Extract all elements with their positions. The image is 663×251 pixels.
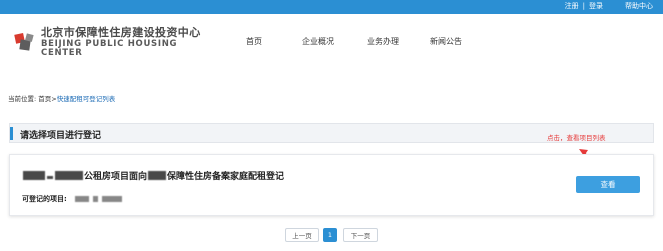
breadcrumb-home[interactable]: 首页 [38,95,51,103]
redacted-text [74,196,89,202]
section-accent-bar [10,127,13,140]
logo-icon [14,31,36,53]
nav-company-overview[interactable]: 企业概况 [302,36,334,47]
nav-news[interactable]: 新闻公告 [430,36,462,47]
login-link[interactable]: 登录 [587,1,605,11]
prev-page-button[interactable]: 上一页 [285,228,319,242]
project-card: 公租房项目面向 保障性住房备案家庭配租登记 可登记的项目: [9,154,654,216]
breadcrumb-current[interactable]: 快速配租可登记列表 [57,95,116,103]
redacted-text [47,176,53,179]
redacted-text [101,196,122,202]
current-page-button[interactable]: 1 [323,228,337,242]
breadcrumb-label: 当前位置: [8,95,37,103]
project-title-part1: 公租房项目面向 [84,172,148,182]
breadcrumb: 当前位置: 首页>快速配租可登记列表 [8,93,115,103]
project-title-part2: 保障性住房备案家庭配租登记 [167,172,285,182]
section-title: 请选择项目进行登记 [20,131,102,141]
redacted-text [92,196,98,202]
site-logo[interactable]: 北京市保障性住房建设投资中心 BEIJING PUBLIC HOUSING CE… [14,26,214,58]
redacted-text [148,171,167,180]
top-bar: 注册 | 登录 帮助中心 [0,0,663,14]
project-title: 公租房项目面向 保障性住房备案家庭配租登记 [22,169,284,182]
registrable-projects-label: 可登记的项目: [22,195,67,203]
view-button[interactable]: 查看 [576,176,640,193]
next-page-button[interactable]: 下一页 [343,228,378,242]
redacted-text [23,171,45,180]
nav-business[interactable]: 业务办理 [367,36,399,47]
help-center-link[interactable]: 帮助中心 [623,1,655,11]
register-link[interactable]: 注册 [563,1,581,11]
nav-home[interactable]: 首页 [246,36,262,47]
redacted-text [55,171,83,180]
logo-english-name: BEIJING PUBLIC HOUSING CENTER [41,39,178,58]
registrable-projects: 可登记的项目: [22,194,122,204]
logo-chinese-name: 北京市保障性住房建设投资中心 [41,26,201,39]
top-links: 注册 | 登录 帮助中心 [563,1,655,11]
